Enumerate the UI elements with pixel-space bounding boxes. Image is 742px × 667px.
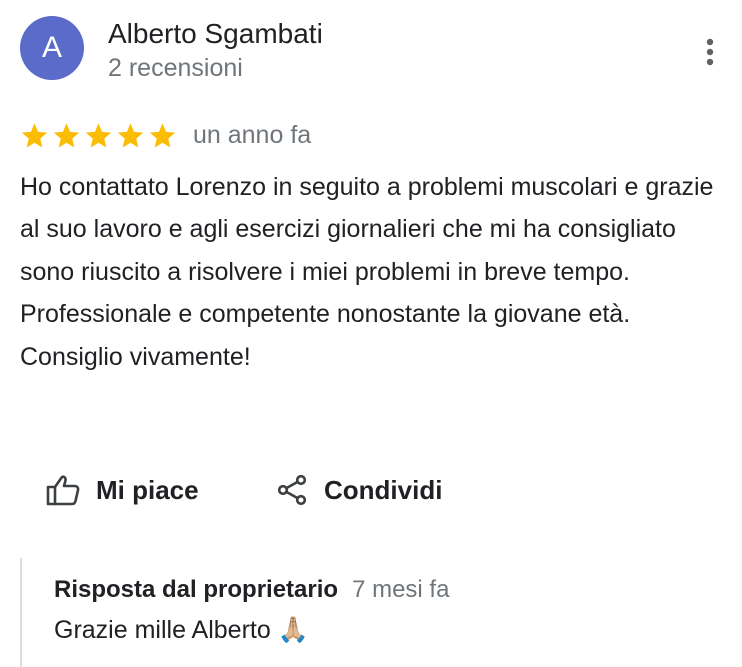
owner-response-title: Risposta dal proprietario [54, 576, 339, 603]
owner-response-header: Risposta dal proprietario 7 mesi fa [54, 576, 449, 604]
owner-response-text: Grazie mille Alberto 🙏🏼 [54, 616, 309, 644]
rating-row: un anno fa [20, 118, 311, 152]
share-label: Condividi [324, 474, 443, 505]
star-icon [85, 122, 112, 147]
reviewer-name[interactable]: Alberto Sgambati [108, 18, 323, 50]
owner-response: Risposta dal proprietario 7 mesi fa Grazi… [20, 558, 722, 667]
share-button[interactable]: Condividi [276, 466, 442, 514]
thumb-up-icon [46, 475, 80, 506]
reviewer-review-count[interactable]: 2 recensioni [108, 54, 243, 83]
star-icon [53, 122, 80, 147]
like-button[interactable]: Mi piace [46, 466, 199, 514]
more-options-button[interactable] [696, 36, 724, 68]
star-rating [20, 121, 180, 150]
star-icon [21, 122, 48, 147]
owner-response-date: 7 mesi fa [352, 576, 450, 603]
avatar-initial: A [41, 31, 62, 64]
star-icon [117, 122, 144, 147]
review-text: Ho contattato Lorenzo in seguito a probl… [20, 173, 714, 371]
like-label: Mi piace [96, 474, 199, 505]
share-icon [277, 474, 307, 506]
star-icon [149, 122, 176, 147]
review-date: un anno fa [193, 120, 312, 149]
more-vert-icon [706, 38, 714, 66]
avatar[interactable]: A [20, 16, 84, 80]
